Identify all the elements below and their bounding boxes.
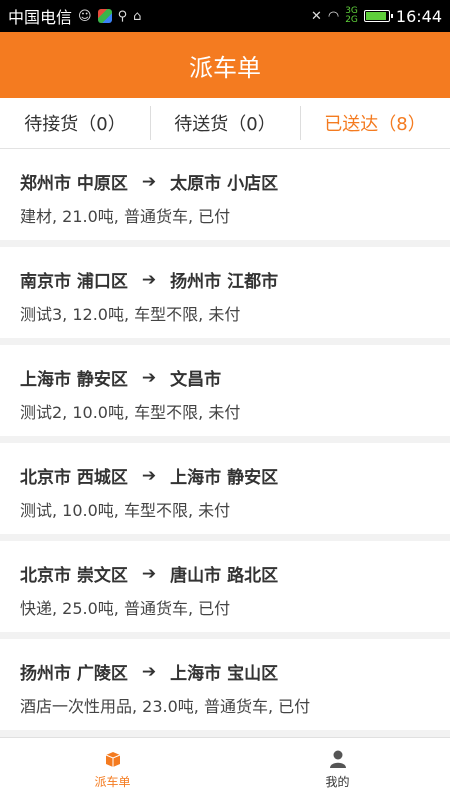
order-destination: 唐山市 路北区 — [170, 566, 279, 586]
order-destination: 扬州市 江都市 — [170, 272, 279, 292]
location-pin-icon: ⚲ — [117, 8, 128, 24]
order-item[interactable]: 扬州市 广陵区 ➔ 上海市 宝山区 酒店一次性用品, 23.0吨, 普通货车, … — [0, 639, 450, 730]
order-item[interactable]: 郑州市 中原区 ➔ 太原市 小店区 建材, 21.0吨, 普通货车, 已付 — [0, 149, 450, 240]
nav-label: 我的 — [325, 774, 350, 789]
arrow-right-icon: ➔ — [141, 563, 157, 584]
order-detail: 酒店一次性用品, 23.0吨, 普通货车, 已付 — [20, 697, 311, 716]
arrow-right-icon: ➔ — [141, 661, 157, 682]
order-detail: 测试, 10.0吨, 车型不限, 未付 — [20, 501, 231, 520]
tab-pending-pickup[interactable]: 待接货（0） — [0, 110, 150, 136]
arrow-right-icon: ➔ — [141, 465, 157, 486]
order-origin: 北京市 崇文区 — [20, 566, 128, 586]
order-item[interactable]: 北京市 崇文区 ➔ 唐山市 路北区 快递, 25.0吨, 普通货车, 已付 — [0, 541, 450, 632]
order-detail: 建材, 21.0吨, 普通货车, 已付 — [20, 207, 231, 226]
status-tabs: 待接货（0） 待送货（0） 已送达（8） — [0, 98, 450, 149]
game-controller-icon: ⌂ — [133, 8, 142, 24]
arrow-right-icon: ➔ — [141, 367, 157, 388]
order-origin: 郑州市 中原区 — [20, 174, 128, 194]
order-destination: 上海市 宝山区 — [170, 664, 279, 684]
wifi-icon: ◠ — [327, 8, 340, 24]
order-route: 扬州市 广陵区 ➔ 上海市 宝山区 — [20, 659, 430, 685]
app-header: 派车单 — [0, 32, 450, 98]
mute-icon: ✕ — [310, 8, 322, 24]
order-route: 北京市 崇文区 ➔ 唐山市 路北区 — [20, 561, 430, 587]
message-icon: ☺ — [78, 8, 92, 24]
carrier-label: 中国电信 — [8, 8, 73, 27]
app-notification-icon — [97, 9, 112, 23]
order-route: 上海市 静安区 ➔ 文昌市 — [20, 365, 430, 391]
order-origin: 南京市 浦口区 — [20, 272, 128, 292]
tab-delivered[interactable]: 已送达（8） — [300, 106, 450, 140]
order-detail: 快递, 25.0吨, 普通货车, 已付 — [20, 599, 231, 618]
network-2g: 2G — [345, 15, 358, 25]
clock: 16:44 — [395, 6, 442, 26]
order-route: 南京市 浦口区 ➔ 扬州市 江都市 — [20, 267, 430, 293]
status-bar: 中国电信 ☺ ⚲ ⌂ ✕ ◠ 3G 2G 16:44 — [0, 0, 450, 32]
order-detail: 测试2, 10.0吨, 车型不限, 未付 — [20, 403, 241, 422]
tab-pending-delivery[interactable]: 待送货（0） — [150, 106, 300, 140]
order-route: 郑州市 中原区 ➔ 太原市 小店区 — [20, 169, 430, 195]
order-detail: 测试3, 12.0吨, 车型不限, 未付 — [20, 305, 241, 324]
order-route: 北京市 西城区 ➔ 上海市 静安区 — [20, 463, 430, 489]
nav-dispatch-orders[interactable]: 派车单 — [0, 738, 225, 800]
network-indicator: 3G 2G — [345, 7, 358, 25]
user-icon — [329, 750, 346, 768]
battery-icon — [363, 10, 393, 22]
order-origin: 上海市 静安区 — [20, 370, 128, 390]
order-destination: 太原市 小店区 — [170, 174, 279, 194]
order-item[interactable]: 上海市 静安区 ➔ 文昌市 测试2, 10.0吨, 车型不限, 未付 — [0, 345, 450, 436]
arrow-right-icon: ➔ — [141, 171, 157, 192]
nav-label: 派车单 — [94, 774, 131, 789]
nav-profile[interactable]: 我的 — [225, 738, 450, 800]
truck-box-icon — [105, 751, 120, 767]
order-item[interactable]: 北京市 西城区 ➔ 上海市 静安区 测试, 10.0吨, 车型不限, 未付 — [0, 443, 450, 534]
order-origin: 北京市 西城区 — [20, 468, 128, 488]
order-list: 郑州市 中原区 ➔ 太原市 小店区 建材, 21.0吨, 普通货车, 已付 南京… — [0, 149, 450, 730]
page-title: 派车单 — [189, 53, 261, 82]
arrow-right-icon: ➔ — [141, 269, 157, 290]
order-item[interactable]: 南京市 浦口区 ➔ 扬州市 江都市 测试3, 12.0吨, 车型不限, 未付 — [0, 247, 450, 338]
order-destination: 上海市 静安区 — [170, 468, 279, 488]
bottom-nav: 派车单 我的 — [0, 737, 450, 800]
order-origin: 扬州市 广陵区 — [20, 664, 128, 684]
order-destination: 文昌市 — [170, 370, 222, 390]
